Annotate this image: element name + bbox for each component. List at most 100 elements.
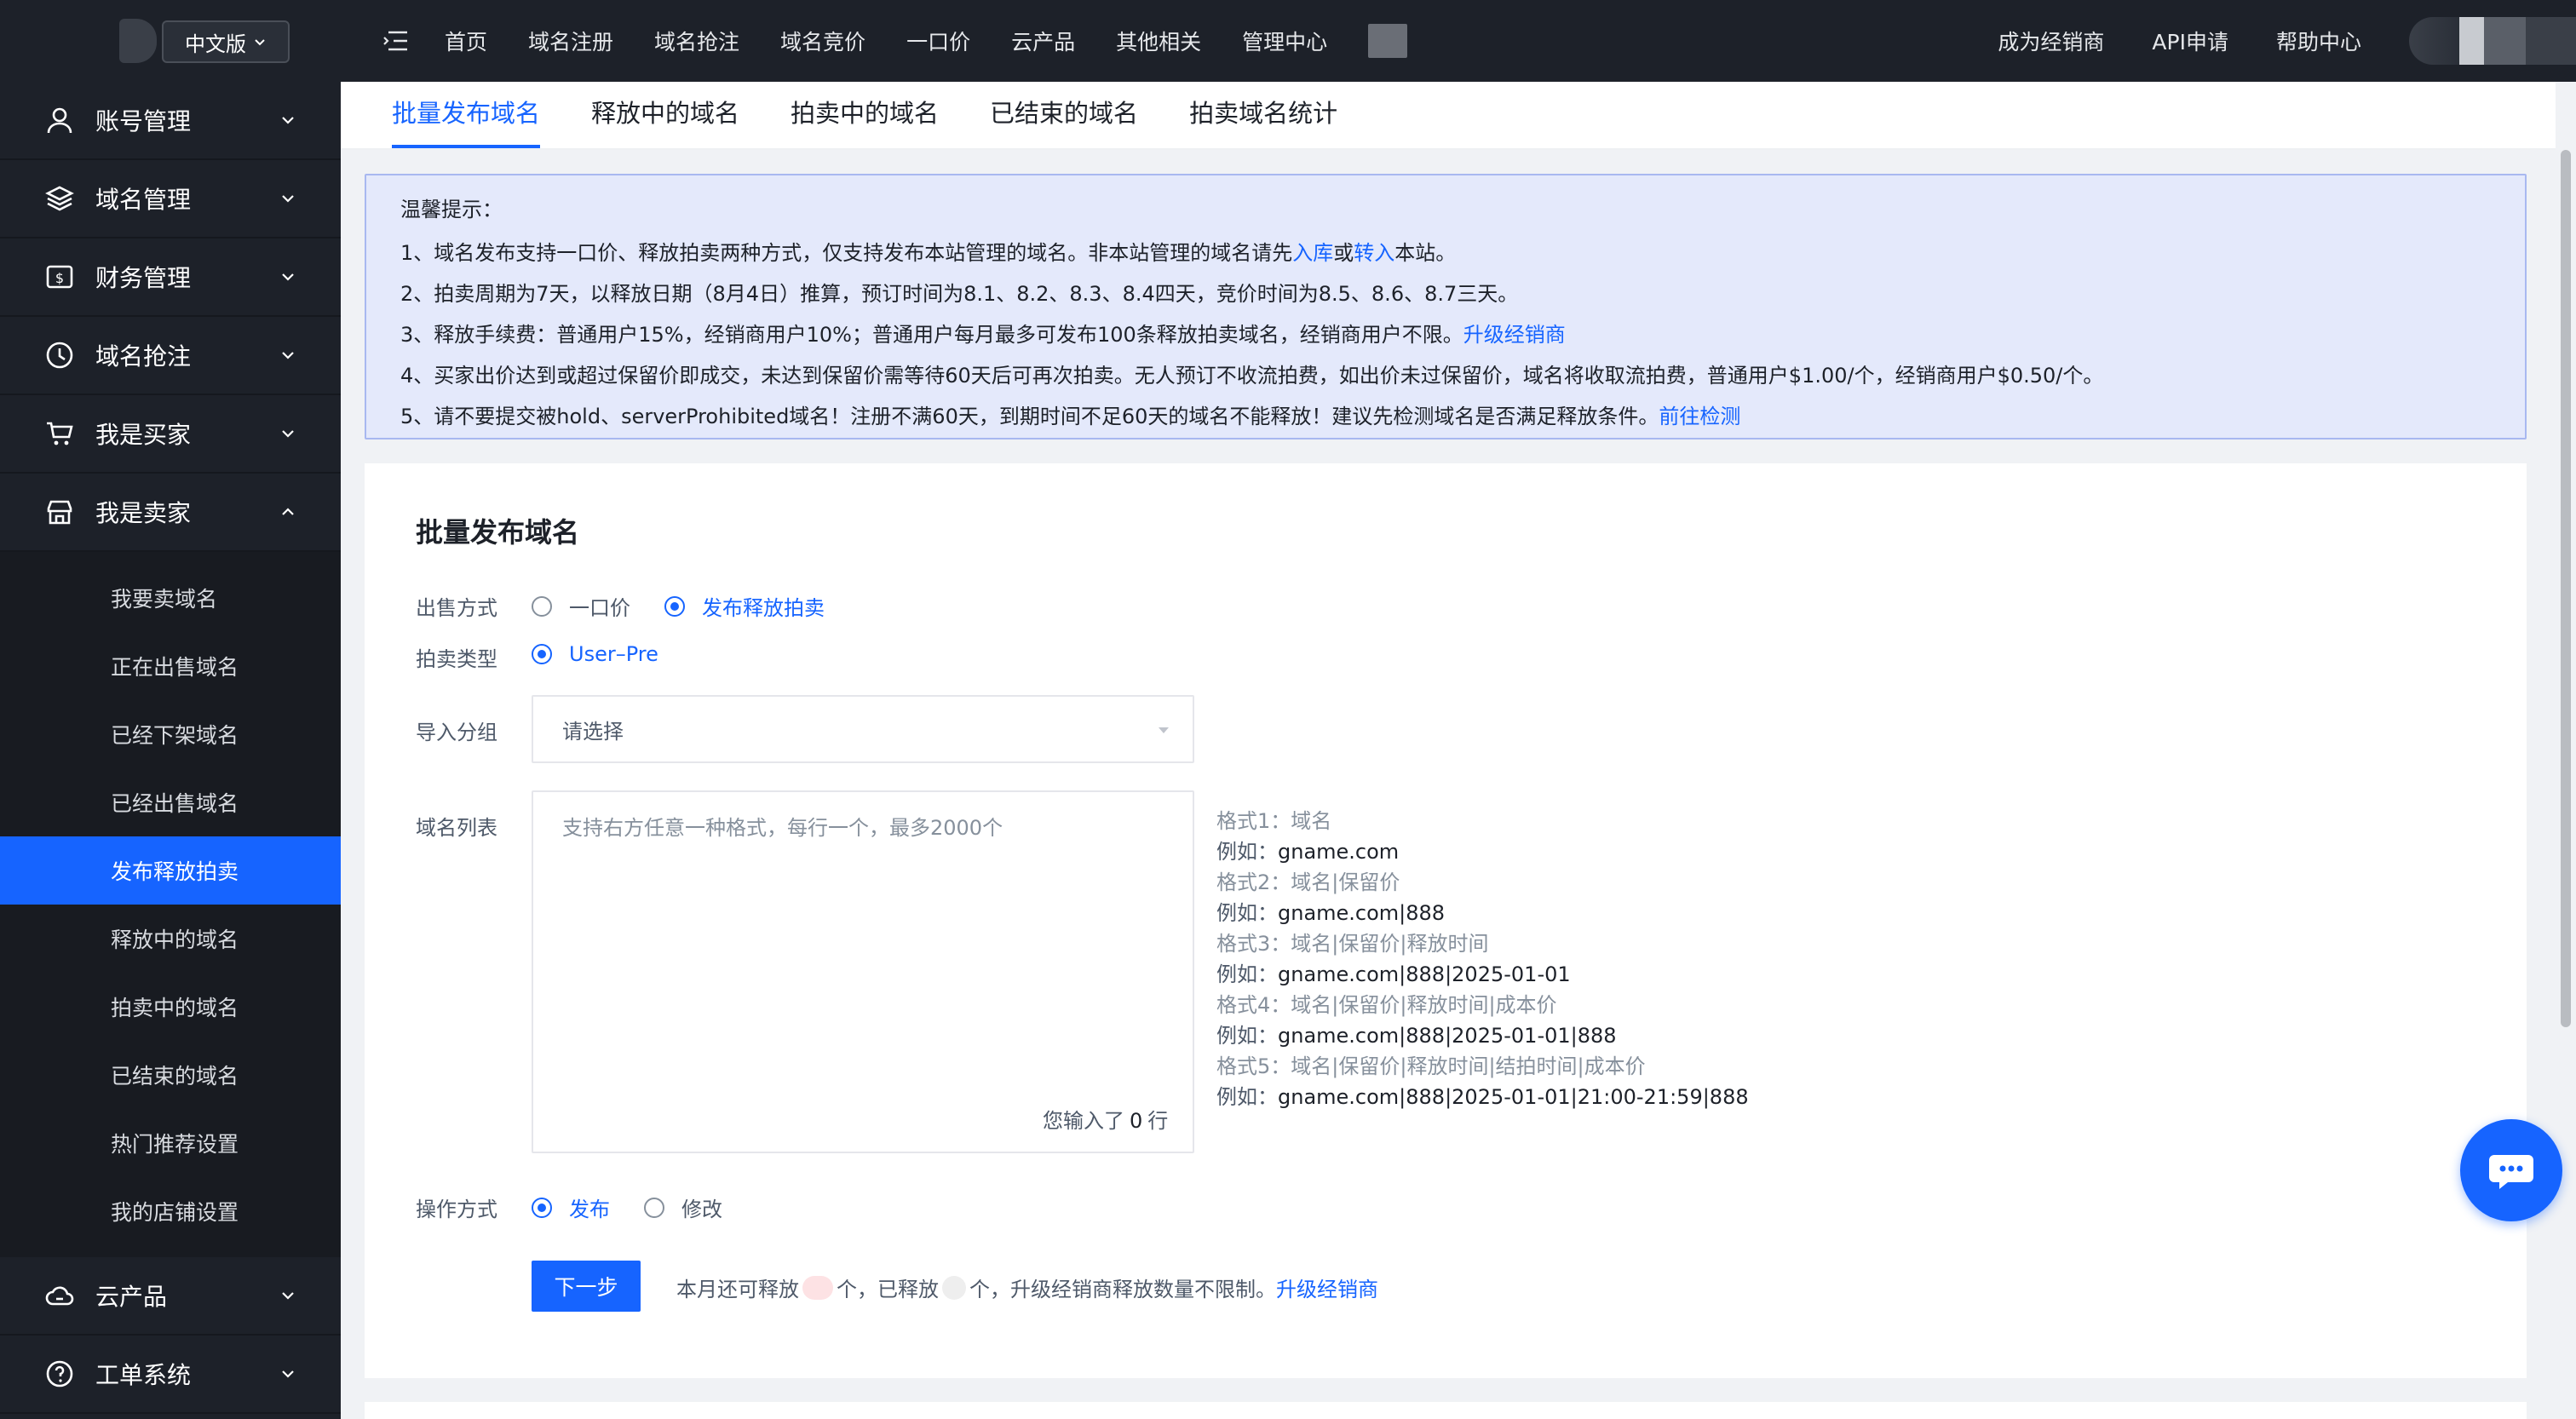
chat-support-button[interactable] [2460, 1119, 2562, 1221]
radio-fixed-price[interactable]: 一口价 [532, 591, 630, 621]
operation-radio-group: 发布 修改 [532, 1192, 756, 1222]
radio-publish[interactable]: 发布 [532, 1192, 610, 1222]
scrollbar-thumb[interactable] [2561, 150, 2571, 1027]
sidebar-group-label: 我是买家 [95, 421, 192, 449]
operation-label: 操作方式 [416, 1198, 497, 1221]
notice-line-4: 4、买家出价达到或超过保留价即成交，未达到保留价需等待60天后可再次拍卖。无人预… [400, 364, 2104, 388]
sidebar-item-auctioning[interactable]: 拍卖中的域名 [0, 973, 341, 1041]
import-group-select[interactable]: 请选择 [532, 695, 1194, 763]
sidebar-item-ended[interactable]: 已结束的域名 [0, 1041, 341, 1109]
notice-line-3: 3、释放手续费：普通用户15%，经销商用户10%；普通用户每月最多可发布100条… [400, 314, 2491, 355]
clock-icon [43, 338, 77, 372]
upgrade-reseller-link[interactable]: 升级经销商 [1276, 1273, 1378, 1302]
nav-fixed-price[interactable]: 一口价 [906, 26, 970, 56]
example-prefix: 例如： [1216, 1024, 1278, 1048]
sidebar-item-releasing[interactable]: 释放中的域名 [0, 905, 341, 973]
sidebar-group-snatch[interactable]: 域名抢注 [0, 317, 341, 395]
tab-ended[interactable]: 已结束的域名 [990, 94, 1138, 148]
sidebar-item-publish-auction[interactable]: 发布释放拍卖 [0, 836, 341, 905]
import-link[interactable]: 入库 [1292, 241, 1333, 265]
sidebar-group-label: 域名抢注 [95, 342, 192, 371]
nav-cloud[interactable]: 云产品 [1011, 26, 1075, 56]
format-example: 例如：gname.com|888|2025-01-01|21:00-21:59|… [1216, 1082, 1749, 1112]
transfer-link[interactable]: 转入 [1354, 241, 1394, 265]
sidebar-group-label: 域名管理 [95, 186, 192, 214]
sidebar-group-label: 财务管理 [95, 264, 192, 292]
notice-line-1: 1、域名发布支持一口价、释放拍卖两种方式，仅支持发布本站管理的域名。非本站管理的… [400, 233, 2491, 273]
menu-toggle-icon[interactable] [382, 28, 411, 54]
svg-text:$: $ [55, 270, 64, 286]
nav-help[interactable]: 帮助中心 [2276, 26, 2361, 56]
tab-batch-publish[interactable]: 批量发布域名 [392, 94, 541, 148]
chevron-down-icon [282, 1292, 294, 1300]
layers-icon [43, 181, 77, 215]
next-card-edge [365, 1402, 2527, 1419]
sidebar-header: 中文版 [0, 0, 341, 82]
sidebar-item-recommend[interactable]: 热门推荐设置 [0, 1109, 341, 1177]
nav-bidding[interactable]: 域名竞价 [780, 26, 865, 56]
sidebar-group-label: 工单系统 [95, 1361, 192, 1389]
scrollbar[interactable] [2556, 150, 2576, 1419]
page-tabs: 批量发布域名 释放中的域名 拍卖中的域名 已结束的域名 拍卖域名统计 [341, 82, 2556, 150]
check-domain-link[interactable]: 前往检测 [1659, 405, 1740, 428]
quota-text: 本月还可释放 [676, 1278, 799, 1301]
notice-text: 5、请不要提交被hold、serverProhibited域名！注册不满60天，… [400, 405, 1659, 428]
radio-label: 一口价 [569, 596, 630, 620]
nav-placeholder-block[interactable] [1368, 24, 1408, 58]
sidebar-item-delisted[interactable]: 已经下架域名 [0, 700, 341, 768]
nav-register[interactable]: 域名注册 [528, 26, 613, 56]
sidebar-group-finance[interactable]: $ 财务管理 [0, 238, 341, 317]
domain-list-textarea[interactable] [532, 790, 1194, 1153]
language-select[interactable]: 中文版 [162, 20, 290, 63]
select-placeholder: 请选择 [562, 719, 624, 744]
chevron-down-icon [282, 117, 294, 124]
format-label: 格式2：域名|保留价 [1216, 870, 1400, 894]
top-navbar: 首页 域名注册 域名抢注 域名竞价 一口价 云产品 其他相关 管理中心 成为经销… [341, 0, 2576, 82]
radio-circle [644, 1197, 664, 1218]
sidebar: 中文版 账号管理 域名管理 $ 财务管理 域名抢注 我是买家 我是卖家 我要卖域… [0, 0, 341, 1419]
sidebar-group-cloud[interactable]: 云产品 [0, 1257, 341, 1336]
logo[interactable] [119, 19, 157, 63]
tab-releasing[interactable]: 释放中的域名 [591, 94, 739, 148]
sidebar-group-label: 我是卖家 [95, 499, 192, 527]
example-value: gname.com|888|2025-01-01|21:00-21:59|888 [1278, 1085, 1749, 1109]
sidebar-item-selling[interactable]: 正在出售域名 [0, 632, 341, 700]
tab-auctioning[interactable]: 拍卖中的域名 [791, 94, 939, 148]
sidebar-item-sold[interactable]: 已经出售域名 [0, 768, 341, 836]
example-value: gname.com|888|2025-01-01 [1278, 962, 1571, 986]
example-prefix: 例如： [1216, 840, 1278, 864]
release-quota-text: 本月还可释放 个，已释放 个，升级经销商释放数量不限制。 升级经销商 [676, 1273, 1378, 1302]
format-label: 格式1：域名 [1216, 809, 1332, 833]
sidebar-item-sell-domain[interactable]: 我要卖域名 [0, 564, 341, 632]
chevron-down-icon [282, 352, 294, 359]
example-prefix: 例如： [1216, 1085, 1278, 1109]
sidebar-group-domains[interactable]: 域名管理 [0, 160, 341, 238]
upgrade-reseller-link[interactable]: 升级经销商 [1463, 323, 1566, 347]
top-right-links: 成为经销商 API申请 帮助中心 [1998, 0, 2576, 82]
nav-home[interactable]: 首页 [445, 26, 487, 56]
nav-other[interactable]: 其他相关 [1116, 26, 1201, 56]
nav-become-reseller[interactable]: 成为经销商 [1998, 26, 2104, 56]
sidebar-group-seller[interactable]: 我是卖家 [0, 474, 341, 552]
sidebar-group-account[interactable]: 账号管理 [0, 82, 341, 160]
auction-type-radio-group: User–Pre [532, 642, 693, 666]
sidebar-group-ticket[interactable]: 工单系统 [0, 1336, 341, 1414]
radio-modify[interactable]: 修改 [644, 1192, 722, 1222]
seller-submenu: 我要卖域名 正在出售域名 已经下架域名 已经出售域名 发布释放拍卖 释放中的域名… [0, 552, 341, 1257]
format-label: 格式5：域名|保留价|释放时间|结拍时间|成本价 [1216, 1054, 1646, 1078]
radio-user-pre[interactable]: User–Pre [532, 642, 658, 666]
nav-api[interactable]: API申请 [2152, 26, 2228, 56]
format-example: 例如：gname.com|888|2025-01-01|888 [1216, 1020, 1749, 1051]
radio-circle [664, 595, 685, 617]
radio-release-auction[interactable]: 发布释放拍卖 [664, 591, 825, 621]
wallet-icon: $ [43, 260, 77, 294]
sidebar-group-buyer[interactable]: 我是买家 [0, 395, 341, 474]
chat-icon [2489, 1155, 2533, 1189]
sale-method-label: 出售方式 [416, 596, 497, 620]
user-avatar[interactable] [2409, 17, 2576, 65]
sidebar-item-shop-settings[interactable]: 我的店铺设置 [0, 1177, 341, 1245]
nav-admin[interactable]: 管理中心 [1242, 26, 1327, 56]
next-step-button[interactable]: 下一步 [532, 1261, 641, 1312]
nav-snatch[interactable]: 域名抢注 [654, 26, 739, 56]
tab-statistics[interactable]: 拍卖域名统计 [1189, 94, 1337, 148]
